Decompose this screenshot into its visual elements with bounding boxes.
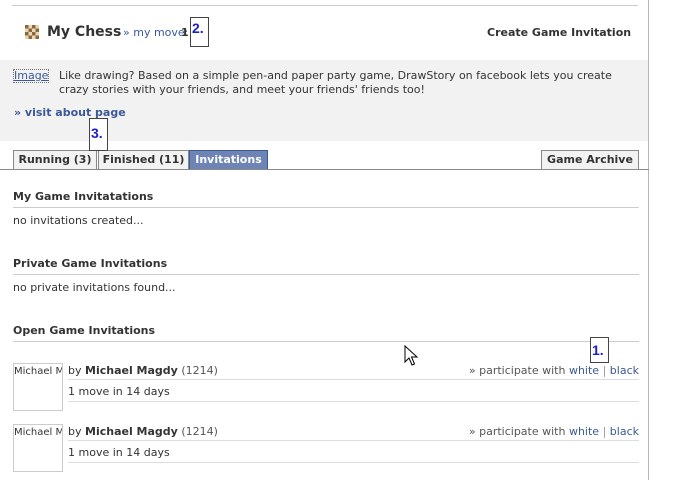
player-rating: (1214) xyxy=(181,364,218,377)
row-divider xyxy=(68,462,639,463)
invitation-row: Michael Magdy by Michael Magdy (1214) » … xyxy=(13,424,639,476)
separator: | xyxy=(602,364,607,377)
avatar[interactable]: Michael Magdy xyxy=(13,363,63,411)
tab-finished[interactable]: Finished (11) xyxy=(98,150,189,169)
section-divider xyxy=(13,274,639,275)
row-divider xyxy=(68,379,639,380)
promo-text: Like drawing? Based on a simple pen-and … xyxy=(59,69,612,96)
private-invitations-heading: Private Game Invitations xyxy=(13,257,168,270)
top-divider xyxy=(12,5,638,6)
promo-image[interactable]: Image xyxy=(13,69,50,83)
tab-running[interactable]: Running (3) xyxy=(13,150,97,169)
row-divider xyxy=(68,401,639,402)
tab-invitations[interactable]: Invitations xyxy=(189,150,268,169)
participate-options: » participate with white | black xyxy=(469,364,639,377)
invitation-row: Michael Magdy by Michael Magdy (1214) » … xyxy=(13,363,639,415)
annotation-marker-2: 2. xyxy=(190,17,209,47)
participate-white-link[interactable]: white xyxy=(569,425,599,438)
annotation-marker-3: 3. xyxy=(89,118,108,151)
visit-about-page-link[interactable]: » visit about page xyxy=(14,106,126,119)
by-label: by xyxy=(68,425,82,438)
invitation-by-line: by Michael Magdy (1214) xyxy=(68,364,218,377)
participate-options: » participate with white | black xyxy=(469,425,639,438)
my-invitations-heading: My Game Invitatations xyxy=(13,190,154,203)
player-name-link[interactable]: Michael Magdy xyxy=(85,425,178,438)
participate-label: » participate with xyxy=(468,425,566,438)
move-info: 1 move in 14 days xyxy=(68,385,170,398)
my-move-link[interactable]: » my move: xyxy=(123,26,188,39)
app-title: My Chess xyxy=(47,24,122,40)
game-archive-button[interactable]: Game Archive xyxy=(541,150,639,169)
my-invitations-empty: no invitations created... xyxy=(13,214,144,227)
private-invitations-empty: no private invitations found... xyxy=(13,281,176,294)
chessboard-icon xyxy=(25,25,39,39)
player-rating: (1214) xyxy=(181,425,218,438)
player-name-link[interactable]: Michael Magdy xyxy=(85,364,178,377)
avatar[interactable]: Michael Magdy xyxy=(13,424,63,472)
participate-white-link[interactable]: white xyxy=(569,364,599,377)
section-divider xyxy=(13,207,639,208)
invitation-by-line: by Michael Magdy (1214) xyxy=(68,425,218,438)
move-info: 1 move in 14 days xyxy=(68,446,170,459)
participate-black-link[interactable]: black xyxy=(610,425,639,438)
create-game-invitation-button[interactable]: Create Game Invitation xyxy=(487,26,631,39)
by-label: by xyxy=(68,364,82,377)
row-divider xyxy=(68,440,639,441)
section-divider xyxy=(13,341,639,342)
participate-label: » participate with xyxy=(468,364,566,377)
separator: | xyxy=(602,425,607,438)
mouse-pointer-icon xyxy=(404,345,418,366)
open-invitations-heading: Open Game Invitations xyxy=(13,324,156,337)
tabs-divider xyxy=(0,169,649,170)
annotation-marker-1: 1. xyxy=(590,337,609,363)
participate-black-link[interactable]: black xyxy=(610,364,639,377)
app-frame: My Chess » my move: 1 Create Game Invita… xyxy=(0,0,649,480)
my-move-count: 1 xyxy=(181,26,189,39)
